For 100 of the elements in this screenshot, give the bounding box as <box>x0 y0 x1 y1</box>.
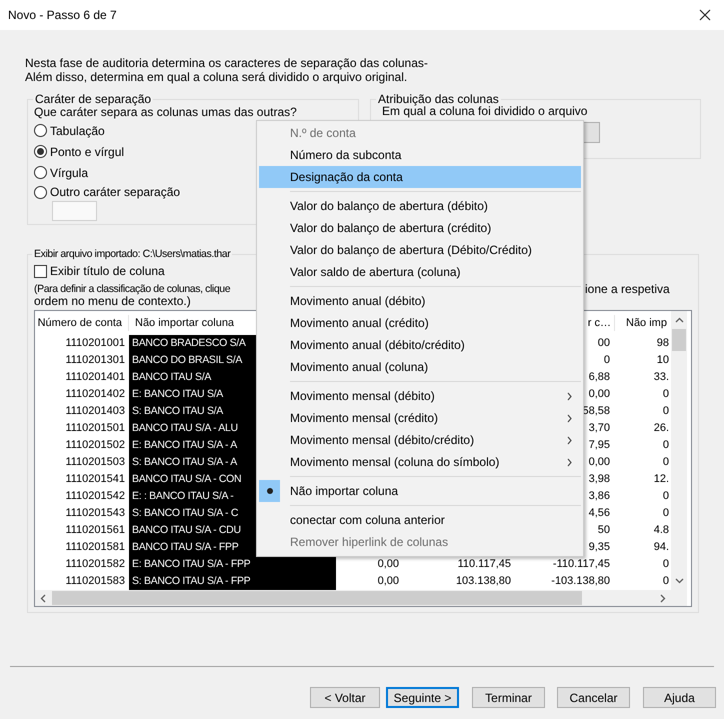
table-cell: 1110201401 <box>65 371 125 383</box>
table-cell: -103.138,80 <box>551 575 610 587</box>
radio-button[interactable] <box>34 124 47 137</box>
table-cell: 1110201542 <box>65 490 125 502</box>
hint-text: ordem no menu de contexto.) <box>34 295 191 307</box>
dialog-button[interactable]: Ajuda <box>643 687 716 708</box>
table-cell: 0,00 <box>378 558 399 570</box>
table-cell: 110.117,45 <box>458 558 511 570</box>
menu-item[interactable]: Valor do balanço de abertura (crédito) <box>259 217 581 239</box>
table-cell: 0 <box>662 405 669 417</box>
dialog-button[interactable]: < Voltar <box>310 687 380 708</box>
dialog-button[interactable]: Terminar <box>472 687 545 708</box>
table-cell: 4,56 <box>588 507 610 519</box>
table-cell: 1110201403 <box>65 405 125 417</box>
column-header[interactable]: Número de conta <box>35 314 129 332</box>
radio-label[interactable]: Tabulação <box>50 122 105 140</box>
table-cell: 1110201503 <box>65 456 125 468</box>
table-cell: 1110201001 <box>65 337 125 349</box>
table-cell: 4.8 <box>654 524 669 536</box>
assignment-label: Em qual a coluna foi dividido o arquivo <box>382 104 588 118</box>
table-cell: 9,35 <box>588 541 610 553</box>
vertical-scrollbar[interactable] <box>671 311 687 590</box>
table-cell: 10 <box>656 354 669 366</box>
table-cell: 12. <box>654 473 669 485</box>
scrollbar-thumb[interactable] <box>672 329 686 351</box>
table-cell: 6,88 <box>588 371 610 383</box>
table-cell: 0,00 <box>588 388 610 400</box>
close-icon[interactable] <box>699 9 711 21</box>
table-cell: 50 <box>598 524 610 536</box>
hint-text: ione a respetiva <box>585 283 670 295</box>
table-cell: 3,86 <box>588 490 610 502</box>
table-cell: BANCO ITAU S/A - CON <box>132 473 242 485</box>
table-cell: 0 <box>662 456 669 468</box>
table-cell: S: BANCO ITAU S/A - C <box>132 507 238 519</box>
scrollbar-thumb[interactable] <box>52 591 582 605</box>
menu-item[interactable]: conectar com coluna anterior <box>259 509 581 531</box>
table-cell: 1110201583 <box>65 575 125 587</box>
horizontal-scrollbar[interactable] <box>35 590 671 606</box>
menu-item[interactable]: Movimento mensal (débito) <box>259 385 581 407</box>
table-cell: 94. <box>654 541 669 553</box>
table-cell: BANCO ITAU S/A - FPP <box>132 541 238 553</box>
menu-item[interactable]: Movimento mensal (crédito) <box>259 407 581 429</box>
table-cell: -110.117,45 <box>552 558 610 570</box>
table-cell: S: BANCO ITAU S/A - A <box>132 456 237 468</box>
table-cell: 1110201561 <box>65 524 125 536</box>
table-cell: 0 <box>662 388 669 400</box>
dialog-button[interactable]: Cancelar <box>557 687 630 708</box>
table-cell: 0,00 <box>378 575 399 587</box>
table-cell: 3,98 <box>588 473 610 485</box>
group-title: Atribuição das colunas <box>376 92 501 106</box>
table-cell: E: BANCO ITAU S/A - FPP <box>132 558 250 570</box>
table-cell: 0 <box>662 490 669 502</box>
radio-label[interactable]: Ponto e vírgul <box>50 142 124 160</box>
menu-item[interactable]: Valor do balanço de abertura (Débito/Crédito) <box>259 239 581 261</box>
hint-text: (Para definir a classificação de colunas, clique <box>34 283 232 295</box>
menu-item[interactable]: Movimento mensal (coluna do símbolo) <box>259 451 581 473</box>
radio-button[interactable] <box>34 186 47 198</box>
intro-text: Além disso, determina em qual a coluna será dividido o arquivo original. <box>25 70 408 84</box>
menu-item[interactable]: Movimento mensal (débito/crédito) <box>259 429 581 451</box>
checkbox-label[interactable]: Exibir título de coluna <box>50 262 165 280</box>
radio-button[interactable] <box>34 166 47 179</box>
table-cell: 103.138,80 <box>456 575 511 587</box>
table-cell: 33. <box>654 371 669 383</box>
radio-button[interactable] <box>34 145 47 158</box>
table-cell: 0 <box>662 575 669 587</box>
group-title: Exibir arquivo importado: C:\Users\matias.thar <box>32 247 232 261</box>
table-cell: 1110201301 <box>65 354 125 366</box>
menu-item[interactable]: Valor do balanço de abertura (débito) <box>259 195 581 217</box>
group-title: Caráter de separação <box>33 92 154 106</box>
table-cell: 1110201502 <box>65 439 125 451</box>
checkbox[interactable] <box>34 264 47 278</box>
table-cell: 7,95 <box>588 439 610 451</box>
table-cell: BANCO BRADESCO S/A <box>132 337 246 349</box>
menu-item[interactable]: Movimento anual (débito/crédito) <box>259 334 581 356</box>
table-cell: E: BANCO ITAU S/A <box>132 388 223 400</box>
table-cell: 00 <box>598 337 610 349</box>
table-cell: 26. <box>654 422 669 434</box>
radio-label[interactable]: Outro caráter separação <box>50 183 180 201</box>
window-title: Novo - Passo 6 de 7 <box>8 7 117 24</box>
menu-item[interactable]: Designação da conta <box>259 166 581 188</box>
table-cell: BANCO DO BRASIL S/A <box>132 354 242 366</box>
table-cell: 1110201582 <box>65 558 125 570</box>
separator-input-field[interactable] <box>52 201 97 221</box>
table-cell: BANCO ITAU S/A - ALU <box>132 422 238 434</box>
menu-item[interactable]: Movimento anual (débito) <box>259 290 581 312</box>
table-cell: S: BANCO ITAU S/A - FPP <box>132 575 250 587</box>
table-cell: 1110201402 <box>65 388 125 400</box>
dialog-button[interactable]: Seguinte > <box>386 687 459 708</box>
intro-text: Nesta fase de auditoria determina os caracteres de separação das colunas- <box>25 56 429 70</box>
question-label: Que caráter separa as colunas umas das outras? <box>34 105 298 120</box>
table-cell: S: BANCO ITAU S/A <box>132 405 223 417</box>
menu-item[interactable]: Valor saldo de abertura (coluna) <box>259 261 581 283</box>
menu-item[interactable]: Movimento anual (coluna) <box>259 356 581 378</box>
table-cell: BANCO ITAU S/A - CDU <box>132 524 241 536</box>
menu-item[interactable]: Não importar coluna <box>259 480 581 502</box>
radio-label[interactable]: Vírgula <box>50 164 88 182</box>
menu-item[interactable]: Movimento anual (crédito) <box>259 312 581 334</box>
menu-item[interactable]: Número da subconta <box>259 144 581 166</box>
table-cell: BANCO ITAU S/A <box>132 371 212 383</box>
table-cell: E: BANCO ITAU S/A - A <box>132 439 237 451</box>
